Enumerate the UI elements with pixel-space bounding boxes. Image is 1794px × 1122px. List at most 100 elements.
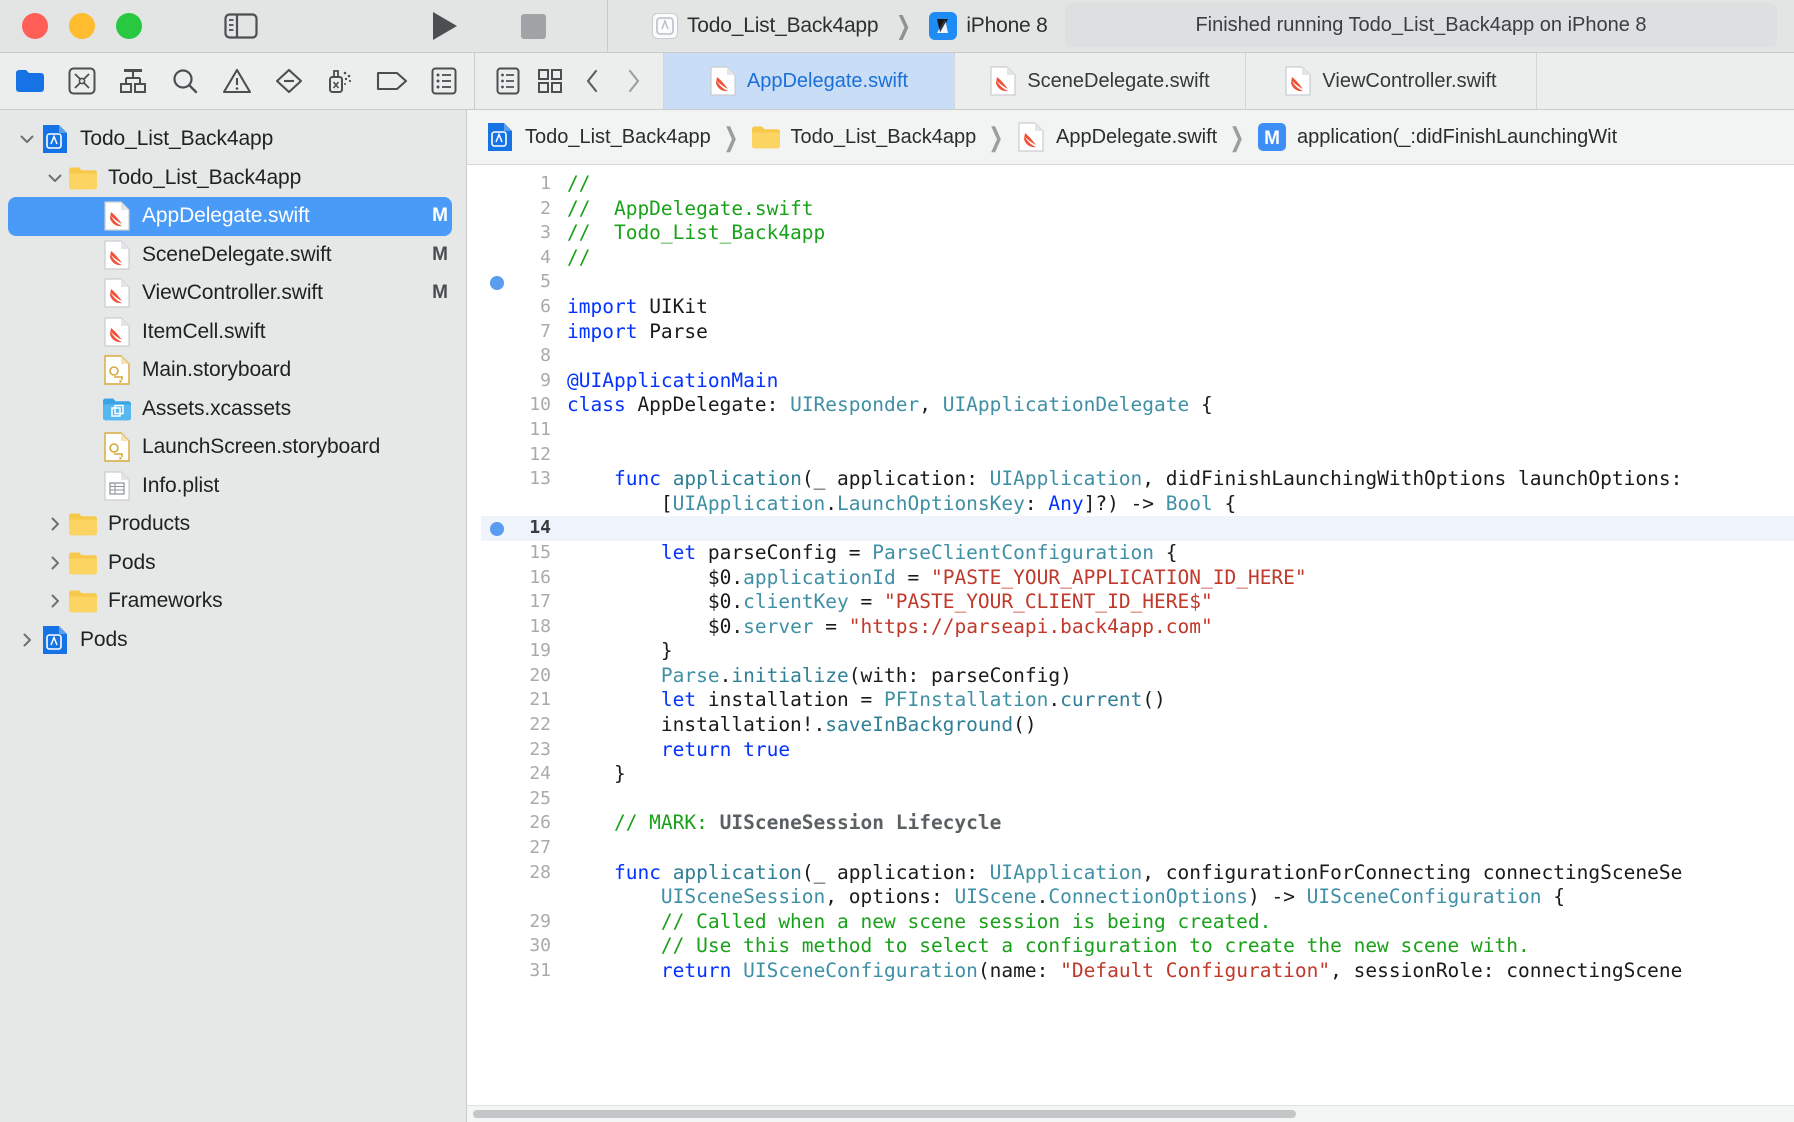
close-window-button[interactable] [22, 13, 48, 39]
code-line[interactable]: 25 [481, 787, 1794, 812]
navigator-row-appdelegate-swift[interactable]: AppDelegate.swift M [8, 197, 452, 236]
xcode-window: Todo_List_Back4app ❯ iPhone 8 Finished r… [0, 0, 1794, 1122]
navigator-row-products[interactable]: Products [0, 505, 466, 544]
code-line[interactable]: UISceneSession, options: UIScene.Connect… [481, 885, 1794, 910]
code-line[interactable]: 17 $0.clientKey = "PASTE_YOUR_CLIENT_ID_… [481, 590, 1794, 615]
code-line[interactable]: 19 } [481, 639, 1794, 664]
breadcrumb-item-3[interactable]: Mapplication(_:didFinishLaunchingWit [1257, 122, 1617, 152]
folder-yellow-icon [751, 122, 781, 152]
navigator-row-frameworks[interactable]: Frameworks [0, 582, 466, 621]
code-line[interactable]: 27 [481, 836, 1794, 861]
breakpoint-dot-icon[interactable] [490, 521, 504, 536]
code-line[interactable]: 15 let parseConfig = ParseClientConfigur… [481, 541, 1794, 566]
maximize-window-button[interactable] [116, 13, 142, 39]
navigator-tab-debug[interactable] [323, 64, 357, 98]
code-line[interactable]: 28 func application(_ application: UIApp… [481, 861, 1794, 886]
scheme-button[interactable]: Todo_List_Back4app [644, 10, 886, 42]
chevron-down-icon[interactable] [42, 169, 68, 187]
project-navigator[interactable]: Todo_List_Back4app Todo_List_Back4app AppD… [0, 110, 467, 1122]
code-line[interactable]: [UIApplication.LaunchOptionsKey: Any]?) … [481, 492, 1794, 517]
minimize-window-button[interactable] [69, 13, 95, 39]
code-line[interactable]: 6 import UIKit [481, 295, 1794, 320]
navigator-row-main-storyboard[interactable]: Main.storyboard [0, 351, 466, 390]
code-line[interactable]: 8 [481, 344, 1794, 369]
navigator-row-launchscreen-storyboard[interactable]: LaunchScreen.storyboard [0, 428, 466, 467]
code-line-source: import Parse [567, 319, 708, 343]
go-back-button[interactable] [573, 63, 611, 99]
horizontal-scrollbar[interactable] [467, 1105, 1794, 1122]
editor-options-button[interactable] [531, 63, 569, 99]
chevron-right-icon[interactable] [42, 515, 68, 533]
code-line[interactable]: 21 let installation = PFInstallation.cur… [481, 688, 1794, 713]
code-line[interactable]: 5 [481, 270, 1794, 295]
scrollbar-thumb[interactable] [473, 1110, 1296, 1118]
code-line[interactable]: 29 // Called when a new scene session is… [481, 910, 1794, 935]
code-line-source: let installation = PFInstallation.curren… [660, 688, 1166, 712]
navigator-row-itemcell-swift[interactable]: ItemCell.swift [0, 313, 466, 352]
code-line[interactable]: 30 // Use this method to select a config… [481, 934, 1794, 959]
code-line[interactable]: 26 // MARK: UISceneSession Lifecycle [481, 811, 1794, 836]
sidebar-toggle-button[interactable] [222, 11, 260, 41]
code-line[interactable]: 16 $0.applicationId = "PASTE_YOUR_APPLIC… [481, 566, 1794, 591]
code-line[interactable]: 4 // [481, 246, 1794, 271]
code-line[interactable]: 13 func application(_ application: UIApp… [481, 467, 1794, 492]
navigator-row-viewcontroller-swift[interactable]: ViewController.swift M [0, 274, 466, 313]
scheme-destination-area: Todo_List_Back4app ❯ iPhone 8 [607, 0, 1056, 52]
plist-icon [102, 471, 132, 501]
chevron-right-icon[interactable] [42, 592, 68, 610]
editor-tab-viewcontroller[interactable]: ViewController.swift [1246, 53, 1537, 109]
code-line[interactable]: 2 // AppDelegate.swift [481, 197, 1794, 222]
breadcrumb-item-1[interactable]: Todo_List_Back4app [751, 122, 976, 152]
code-line[interactable]: 1 // [481, 172, 1794, 197]
related-items-button[interactable] [489, 63, 527, 99]
source-editor[interactable]: 1 // 2 // AppDelegate.swift 3 // Todo_List_Ba… [467, 165, 1794, 1122]
navigator-row-todo-list-back4app[interactable]: Todo_List_Back4app [0, 159, 466, 198]
navigator-tab-symbol[interactable] [116, 64, 150, 98]
code-line[interactable]: 3 // Todo_List_Back4app [481, 221, 1794, 246]
code-scroll-area[interactable]: 1 // 2 // AppDelegate.swift 3 // Todo_List_Ba… [481, 165, 1794, 1122]
code-line[interactable]: 11 [481, 418, 1794, 443]
code-line-source: } [567, 762, 626, 786]
go-forward-button[interactable] [615, 63, 653, 99]
code-line[interactable]: 24 } [481, 762, 1794, 787]
code-line[interactable]: 7 import Parse [481, 320, 1794, 345]
navigator-tab-source-control[interactable] [65, 64, 99, 98]
activity-status-bar[interactable]: Finished running Todo_List_Back4app on i… [1065, 3, 1777, 47]
navigator-tab-project[interactable] [13, 64, 47, 98]
scheme-name-label: Todo_List_Back4app [687, 14, 879, 37]
code-line[interactable]: 14 [481, 516, 1794, 541]
breadcrumb-label: AppDelegate.swift [1056, 125, 1218, 148]
navigator-row-todo-list-back4app[interactable]: Todo_List_Back4app [0, 120, 466, 159]
code-line[interactable]: 20 Parse.initialize(with: parseConfig) [481, 664, 1794, 689]
breakpoint-dot-icon[interactable] [490, 275, 504, 290]
navigator-row-info-plist[interactable]: Info.plist [0, 467, 466, 506]
navigator-row-pods[interactable]: Pods [0, 544, 466, 583]
navigator-tab-issue[interactable] [220, 64, 254, 98]
navigator-row-pods[interactable]: Pods [0, 621, 466, 660]
destination-button[interactable]: iPhone 8 [921, 9, 1055, 43]
navigator-row-assets-xcassets[interactable]: Assets.xcassets [0, 390, 466, 429]
navigator-row-scenedelegate-swift[interactable]: SceneDelegate.swift M [0, 236, 466, 275]
code-line[interactable]: 18 $0.server = "https://parseapi.back4ap… [481, 615, 1794, 640]
editor-tab-scenedelegate[interactable]: SceneDelegate.swift [955, 53, 1246, 109]
code-line[interactable]: 23 return true [481, 738, 1794, 763]
code-line-source: UISceneSession, options: UIScene.Connect… [660, 885, 1565, 909]
chevron-right-icon[interactable] [42, 554, 68, 572]
chevron-down-icon[interactable] [14, 130, 40, 148]
code-line[interactable]: 9 @UIApplicationMain [481, 369, 1794, 394]
breadcrumb-item-2[interactable]: AppDelegate.swift [1016, 122, 1217, 152]
stop-button[interactable] [513, 10, 553, 42]
navigator-tab-test[interactable] [272, 64, 306, 98]
run-button[interactable] [425, 10, 465, 42]
code-line[interactable]: 22 installation!.saveInBackground() [481, 713, 1794, 738]
breadcrumb-item-0[interactable]: Todo_List_Back4app [485, 122, 711, 152]
navigator-tab-find[interactable] [168, 64, 202, 98]
code-line[interactable]: 12 [481, 443, 1794, 468]
navigator-tab-breakpoint[interactable] [375, 64, 409, 98]
editor-tab-appdelegate[interactable]: AppDelegate.swift [664, 53, 955, 109]
chevron-right-icon[interactable] [14, 631, 40, 649]
code-line[interactable]: 10 class AppDelegate: UIResponder, UIAppl… [481, 393, 1794, 418]
navigator-tab-report[interactable] [427, 64, 461, 98]
code-line[interactable]: 31 return UISceneConfiguration(name: "De… [481, 959, 1794, 984]
jump-bar-breadcrumb[interactable]: Todo_List_Back4app ❯ Todo_List_Back4app ❯ Ap… [467, 110, 1794, 165]
